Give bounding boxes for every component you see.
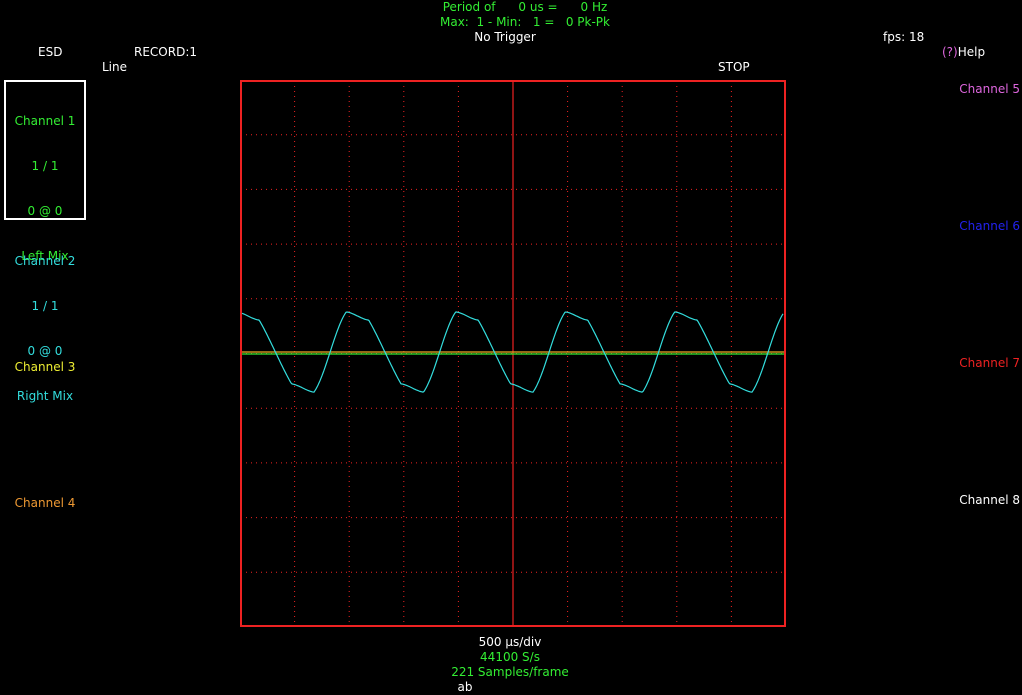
channel-2-name: Channel 2 (14, 254, 76, 268)
channel-4-button[interactable]: Channel 4 (4, 496, 86, 511)
period-value: 0 us = (518, 0, 558, 14)
samples-per-frame: 221 Samples/frame (451, 665, 569, 679)
time-per-division[interactable]: 500 µs/div (430, 635, 590, 650)
channel-2-panel[interactable]: Channel 2 1 / 1 0 @ 0 Right Mix (4, 224, 86, 419)
help-label: Help (957, 45, 986, 59)
channel-1-offset: 0 @ 0 (27, 204, 63, 218)
record-button[interactable]: RECORD:1 (134, 45, 197, 60)
line-mode-button[interactable]: Line (102, 60, 127, 75)
min-value: 1 = (532, 15, 555, 29)
trigger-status: No Trigger (474, 30, 536, 44)
max-min-readout: Max: 1 - Min: 1 = 0 Pk-Pk (400, 15, 650, 30)
channel-5-button[interactable]: Channel 5 (950, 82, 1020, 97)
channel-2-scale: 1 / 1 (31, 299, 59, 313)
channel-8-button[interactable]: Channel 8 (950, 493, 1020, 508)
scope-display[interactable] (240, 80, 786, 627)
help-button[interactable]: (?)Help (942, 45, 985, 60)
channel-6-button[interactable]: Channel 6 (950, 219, 1020, 234)
clipped-footer-text: ab (457, 680, 473, 694)
esd-button[interactable]: ESD (38, 45, 62, 60)
period-readout: Period of 0 us = 0 Hz (400, 0, 650, 15)
channel-1-scale: 1 / 1 (31, 159, 59, 173)
channel-2-offset: 0 @ 0 (27, 344, 63, 358)
channel-7-button[interactable]: Channel 7 (950, 356, 1020, 371)
sample-rate: 44100 S/s (480, 650, 540, 664)
frequency-value: 0 Hz (580, 0, 608, 14)
max-value: 1 - Min: (476, 15, 522, 29)
period-label: Period of (442, 0, 496, 14)
max-label: Max: (439, 15, 469, 29)
channel-1-name: Channel 1 (14, 114, 76, 128)
fps-readout: fps: 18 (883, 30, 925, 44)
pk-pk-value: 0 Pk-Pk (565, 15, 610, 29)
help-icon: (?) (942, 45, 958, 59)
channel-2-source: Right Mix (16, 389, 74, 403)
channel-3-button[interactable]: Channel 3 (4, 360, 86, 375)
stop-button[interactable]: STOP (718, 60, 750, 75)
